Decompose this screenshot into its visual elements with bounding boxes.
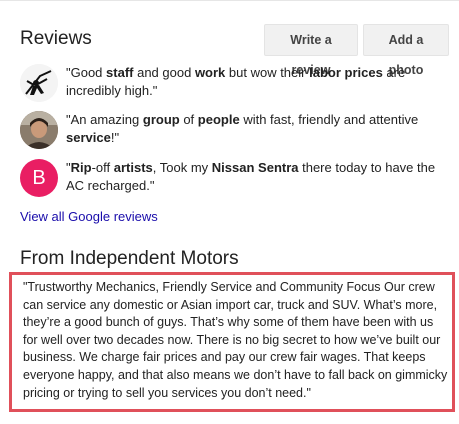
reviews-title: Reviews bbox=[20, 28, 92, 49]
review-text-2: "An amazing group of people with fast, f… bbox=[66, 111, 450, 147]
review-keyword: Nissan Sentra bbox=[211, 160, 299, 175]
review-text-segment: "Good bbox=[66, 65, 107, 80]
avatar-letter: B bbox=[32, 167, 46, 189]
review-text-segment: "An amazing bbox=[66, 112, 143, 127]
reviewer-avatar-2 bbox=[20, 111, 58, 149]
review-keyword: Rip bbox=[70, 160, 92, 175]
review-text-segment: , Took my bbox=[152, 160, 212, 175]
view-all-reviews-link[interactable]: View all Google reviews bbox=[20, 209, 158, 224]
highlighted-description-box: "Trustworthy Mechanics, Friendly Service… bbox=[9, 272, 455, 412]
silhouette-photo-icon bbox=[20, 64, 58, 102]
write-review-button[interactable]: Write a review bbox=[264, 24, 358, 77]
reviews-header: Reviews Write a review Add a photo bbox=[20, 24, 450, 77]
review-keyword: staff bbox=[106, 65, 134, 80]
review-text-segment: of bbox=[179, 112, 198, 127]
reviewer-avatar-1 bbox=[20, 64, 58, 102]
review-keyword: people bbox=[197, 112, 240, 127]
business-description: "Trustworthy Mechanics, Friendly Service… bbox=[23, 280, 448, 400]
review-keyword: work bbox=[194, 65, 226, 80]
review-text-segment: -off bbox=[91, 160, 114, 175]
from-business-title: From Independent Motors bbox=[20, 248, 239, 269]
review-keyword: group bbox=[142, 112, 180, 127]
review-text-1: "Good staff and good work but wow their … bbox=[66, 64, 450, 100]
add-photo-button[interactable]: Add a photo bbox=[363, 24, 449, 77]
person-photo-icon bbox=[20, 111, 58, 149]
review-keyword: labor prices bbox=[309, 65, 383, 80]
review-keyword: artists bbox=[113, 160, 153, 175]
review-text-segment: but wow their bbox=[225, 65, 310, 80]
review-text-3: "Rip-off artists, Took my Nissan Sentra … bbox=[66, 159, 450, 195]
review-text-segment: !" bbox=[110, 130, 120, 145]
review-text-segment: with fast, friendly and attentive bbox=[239, 112, 419, 127]
review-text-segment: and good bbox=[133, 65, 195, 80]
review-keyword: service bbox=[66, 130, 111, 145]
reviewer-avatar-3: B bbox=[20, 159, 58, 197]
top-divider bbox=[0, 0, 459, 1]
